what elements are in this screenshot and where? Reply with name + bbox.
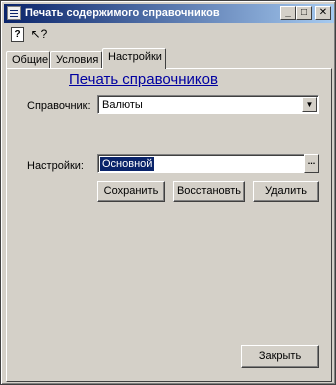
tab-general[interactable]: Общие [6, 51, 50, 68]
settings-tab-panel [6, 68, 332, 382]
help-icon[interactable]: ? [11, 27, 24, 42]
reference-label: Справочник: [27, 100, 91, 112]
settings-label: Настройки: [27, 160, 84, 172]
reference-value: Валюты [102, 99, 143, 111]
form-icon [7, 6, 21, 20]
window-title: Печать содержимого справочников [25, 7, 220, 19]
reference-select[interactable]: Валюты ▼ [97, 95, 319, 114]
save-button[interactable]: Сохранить [97, 181, 165, 202]
settings-browse-button[interactable]: ... [304, 154, 319, 173]
minimize-button[interactable]: _ [280, 6, 296, 20]
tab-settings[interactable]: Настройки [102, 48, 166, 69]
restore-button[interactable]: Восстановть [173, 181, 245, 202]
maximize-button[interactable]: □ [296, 6, 312, 20]
toolbar: ? ↖? [4, 24, 334, 46]
delete-button[interactable]: Удалить [253, 181, 319, 202]
settings-input[interactable]: Основной [97, 154, 305, 173]
title-bar[interactable]: Печать содержимого справочников _ □ ✕ [4, 4, 334, 23]
dialog-window: Печать содержимого справочников _ □ ✕ ? … [0, 0, 336, 385]
close-button[interactable]: Закрыть [241, 345, 319, 368]
chevron-down-icon[interactable]: ▼ [302, 97, 317, 112]
whats-this-icon[interactable]: ↖? [30, 26, 48, 44]
tab-conditions[interactable]: Условия [50, 51, 102, 68]
settings-value: Основной [98, 156, 156, 172]
page-title: Печать справочников [69, 71, 218, 88]
close-window-button[interactable]: ✕ [315, 6, 331, 20]
